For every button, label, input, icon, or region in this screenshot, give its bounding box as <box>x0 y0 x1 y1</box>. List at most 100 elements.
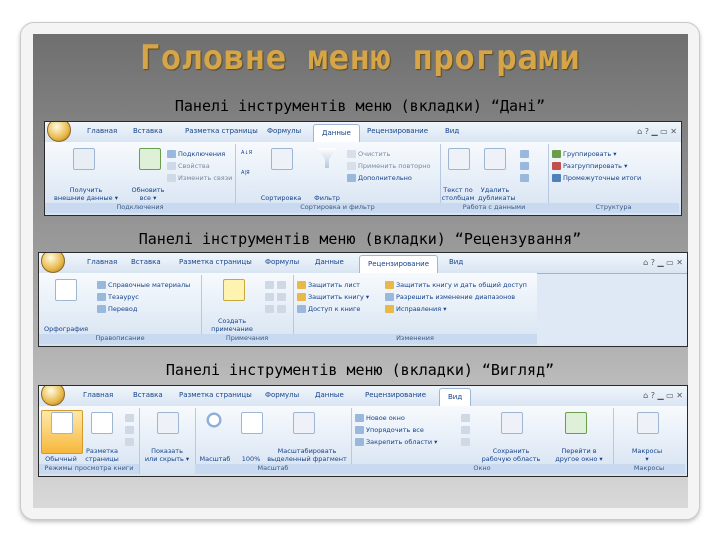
edit-links-button[interactable]: Изменить связи <box>178 174 232 182</box>
save-workspace-button[interactable]: Сохранить рабочую область <box>475 447 547 463</box>
group-comments: Создать примечание Примечания <box>201 275 294 344</box>
protect-sheet-button[interactable]: Защитить лист <box>308 281 360 289</box>
tab-page-layout[interactable]: Разметка страницы <box>179 258 252 266</box>
new-window-button[interactable]: Новое окно <box>366 414 405 422</box>
consolidate-icon[interactable] <box>520 162 529 170</box>
full-screen-icon[interactable] <box>125 438 134 446</box>
group-zoom: Масштаб 100% Масштабировать выделенный ф… <box>195 408 352 474</box>
normal-view-button[interactable]: Обычный <box>41 455 81 463</box>
comment-prev-icon[interactable] <box>277 281 286 289</box>
tab-formulas[interactable]: Формулы <box>265 391 299 399</box>
arrange-all-button[interactable]: Упорядочить все <box>366 426 424 434</box>
tab-home[interactable]: Главная <box>87 258 117 266</box>
research-icon <box>97 281 106 289</box>
custom-views-icon[interactable] <box>125 426 134 434</box>
translate-icon <box>97 305 106 313</box>
zoom-selection-button[interactable]: Масштабировать выделенный фрагмент <box>265 447 349 463</box>
show-hide-button[interactable]: Показать или скрыть ▾ <box>141 447 193 463</box>
remove-duplicates-button[interactable]: Удалить дубликаты <box>478 186 516 202</box>
zoom-button[interactable]: Масштаб <box>195 455 235 463</box>
data-validation-icon[interactable] <box>520 150 529 158</box>
window-controls-icon[interactable]: ⌂ ? ▁ ▭ ✕ <box>637 127 677 136</box>
zoom-100-button[interactable]: 100% <box>239 455 263 463</box>
comment-next-icon[interactable] <box>265 293 274 301</box>
group-button[interactable]: Группировать ▾ <box>563 150 617 158</box>
ungroup-button[interactable]: Разгруппировать ▾ <box>563 162 627 170</box>
track-changes-icon <box>385 305 394 313</box>
allow-ranges-button[interactable]: Разрешить изменение диапазонов <box>396 293 515 301</box>
window-controls-icon[interactable]: ⌂ ? ▁ ▭ ✕ <box>643 258 683 267</box>
track-changes-button[interactable]: Исправления ▾ <box>396 305 447 313</box>
window-controls-icon[interactable]: ⌂ ? ▁ ▭ ✕ <box>643 391 683 400</box>
page-layout-button[interactable]: Разметка страницы <box>83 447 121 463</box>
office-button-icon[interactable] <box>47 122 71 142</box>
tab-review[interactable]: Рецензирование <box>365 391 426 399</box>
hide-window-icon[interactable] <box>461 426 470 434</box>
ribbon-groups: Получить внешние данные ▾ Обновить все ▾… <box>45 142 681 215</box>
tab-formulas[interactable]: Формулы <box>265 258 299 266</box>
new-comment-button[interactable]: Создать примечание <box>203 317 261 333</box>
protect-share-button[interactable]: Защитить книгу и дать общий доступ <box>396 281 527 289</box>
tab-insert[interactable]: Вставка <box>133 127 163 135</box>
tab-review[interactable]: Рецензирование <box>367 127 428 135</box>
filter-button[interactable]: Фильтр <box>309 194 345 202</box>
unhide-window-icon[interactable] <box>461 438 470 446</box>
comment-delete-icon[interactable] <box>265 281 274 289</box>
switch-windows-button[interactable]: Перейти в другое окно ▾ <box>547 447 611 463</box>
tab-view[interactable]: Вид <box>439 388 472 406</box>
share-workbook-button[interactable]: Доступ к книге <box>308 305 360 313</box>
arrange-all-icon <box>355 426 364 434</box>
office-button-icon[interactable] <box>41 253 65 273</box>
group-data-tools: Текст по столбцам Удалить дубликаты Рабо… <box>440 144 549 213</box>
subtotal-button[interactable]: Промежуточные итоги <box>563 174 641 182</box>
sort-az-icon[interactable]: А↓Я <box>241 150 252 156</box>
what-if-icon[interactable] <box>520 174 529 182</box>
macros-button[interactable]: Макросы ▾ <box>619 447 675 463</box>
sort-za-icon[interactable]: А|Я <box>241 170 250 176</box>
thesaurus-icon <box>97 293 106 301</box>
sort-button[interactable]: Сортировка <box>255 194 307 202</box>
group-workbook-views: Обычный Разметка страницы Режимы просмот… <box>39 408 140 474</box>
tab-home[interactable]: Главная <box>83 391 113 399</box>
tab-home[interactable]: Главная <box>87 127 117 135</box>
split-icon[interactable] <box>461 414 470 422</box>
advanced-filter-button[interactable]: Дополнительно <box>358 174 412 182</box>
tab-insert[interactable]: Вставка <box>131 258 161 266</box>
tab-page-layout[interactable]: Разметка страницы <box>179 391 252 399</box>
translate-button[interactable]: Перевод <box>108 305 137 313</box>
comment-showall-icon[interactable] <box>265 305 274 313</box>
tab-view[interactable]: Вид <box>449 258 463 266</box>
properties-button[interactable]: Свойства <box>178 162 210 170</box>
refresh-all-button[interactable]: Обновить все ▾ <box>125 186 171 202</box>
protect-workbook-button[interactable]: Защитить книгу ▾ <box>308 293 369 301</box>
save-workspace-icon <box>501 412 523 434</box>
tab-review[interactable]: Рецензирование <box>359 255 439 273</box>
ribbon-review: Главная Вставка Разметка страницы Формул… <box>38 252 688 347</box>
caption-review-tab: Панелі інструментів меню (вкладки) “Реце… <box>138 230 582 248</box>
clear-filter-button[interactable]: Очистить <box>358 150 390 158</box>
macros-icon <box>637 412 659 434</box>
tab-data[interactable]: Данные <box>313 124 360 142</box>
advanced-filter-icon <box>347 174 356 182</box>
freeze-panes-button[interactable]: Закрепить области ▾ <box>366 438 437 446</box>
connections-button[interactable]: Подключения <box>178 150 225 158</box>
ribbon-tab-row: Главная Вставка Разметка страницы Формул… <box>45 122 681 143</box>
tab-formulas[interactable]: Формулы <box>267 127 301 135</box>
zoom-selection-icon <box>293 412 315 434</box>
tab-view[interactable]: Вид <box>445 127 459 135</box>
tab-data[interactable]: Данные <box>315 391 344 399</box>
comment-ink-icon[interactable] <box>277 305 286 313</box>
thesaurus-button[interactable]: Тезаурус <box>108 293 139 301</box>
get-external-data-button[interactable]: Получить внешние данные ▾ <box>51 186 121 202</box>
tab-insert[interactable]: Вставка <box>133 391 163 399</box>
tab-data[interactable]: Данные <box>315 258 344 266</box>
research-button[interactable]: Справочные материалы <box>108 281 190 289</box>
tab-page-layout[interactable]: Разметка страницы <box>185 127 258 135</box>
spelling-button[interactable]: Орфография <box>41 325 91 333</box>
text-to-columns-button[interactable]: Текст по столбцам <box>440 186 476 202</box>
comment-show-icon[interactable] <box>277 293 286 301</box>
office-button-icon[interactable] <box>41 386 65 406</box>
page-break-icon[interactable] <box>125 414 134 422</box>
reapply-button[interactable]: Применить повторно <box>358 162 430 170</box>
protect-workbook-icon <box>297 293 306 301</box>
